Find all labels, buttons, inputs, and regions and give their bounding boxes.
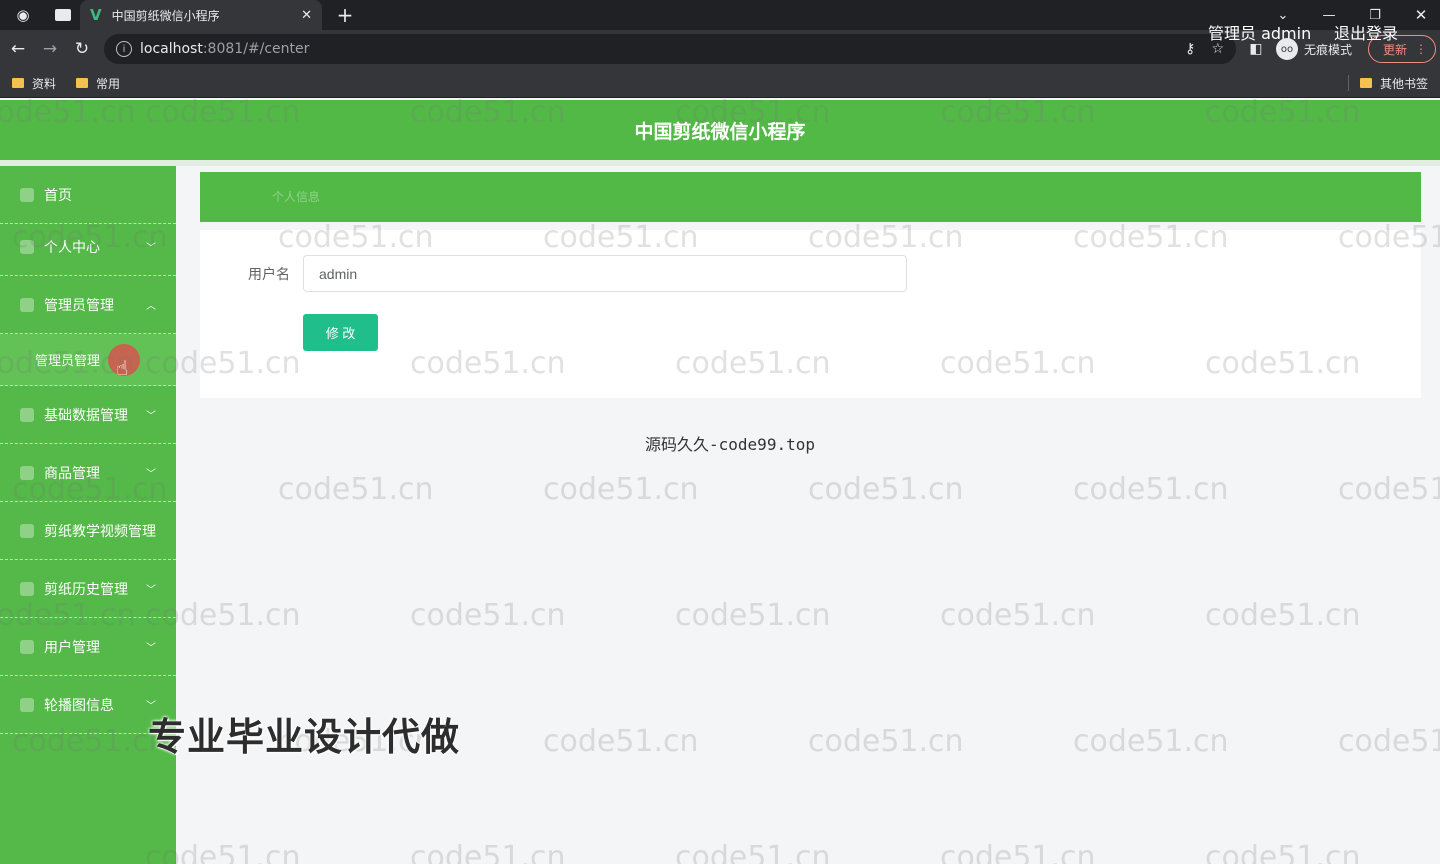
folder-icon [76,78,88,88]
watermark: code51.cn [940,840,1096,864]
watermark: code51.cn [1205,840,1361,864]
key-icon[interactable]: ⚷ [1185,41,1195,57]
forward-button[interactable]: → [34,30,66,68]
watermark: code51.cn [1073,724,1229,759]
home-icon [20,187,34,202]
watermark: code51.cn [543,472,699,507]
watermark: code51.cn [1073,472,1229,507]
bookmark-label: 常用 [96,76,121,91]
sidebar-item-label: 个人中心 [44,239,100,256]
sidebar-item-personal-center[interactable]: 个人中心 ﹀ [0,218,176,276]
url-path: :8081/#/center [202,41,310,57]
app-header: 中国剪纸微信小程序 [0,100,1440,160]
user-icon [20,239,34,254]
app-title: 中国剪纸微信小程序 [634,121,806,143]
data-icon [20,407,34,422]
video-icon [20,523,34,538]
chevron-down-icon: ﹀ [146,585,156,596]
reload-button[interactable]: ↻ [66,30,98,68]
watermark: code51.cn [278,472,434,507]
product-icon [20,465,34,480]
bookmarks-bar: 资料 常用 其他书签 [0,68,1440,98]
breadcrumb: 个人信息 [272,190,321,204]
watermark: code51.cn [543,724,699,759]
footer-note: 源码久久-code99.top [645,435,815,454]
bookmark-label: 资料 [32,76,57,91]
tab-title: 中国剪纸微信小程序 [111,8,220,23]
sidebar-item-label: 剪纸教学视频管理 [44,523,156,540]
sidebar-item-label: 商品管理 [44,465,100,482]
breadcrumb-bar: 个人信息 [200,172,1421,222]
other-bookmarks[interactable]: 其他书签 [1360,68,1428,98]
chevron-down-icon: ﹀ [146,469,156,480]
other-bookmarks-label: 其他书签 [1380,76,1429,91]
tab-search-icon[interactable] [48,0,78,30]
sidebar-item-label: 轮播图信息 [44,697,114,714]
back-button[interactable]: ← [2,30,34,68]
submenu-item-label: 管理员管理 [35,354,101,369]
watermark: code51.cn [808,472,964,507]
header-divider [0,160,1440,166]
sidebar-item-home[interactable]: 首页 [0,166,176,224]
url-host: localhost [140,41,203,57]
browser-tab[interactable]: V 中国剪纸微信小程序 ✕ [80,0,322,30]
new-tab-button[interactable]: + [333,0,357,30]
site-info-icon[interactable]: i [116,41,132,57]
sidebar-item-label: 剪纸历史管理 [44,581,128,598]
current-user: 管理员 admin [1208,24,1312,43]
sidebar-item-users[interactable]: 用户管理 ﹀ [0,618,176,676]
sidebar-item-label: 用户管理 [44,639,100,656]
chevron-down-icon: ﹀ [146,243,156,254]
submenu-item-admin-management[interactable]: 管理员管理 [0,334,176,386]
vue-logo-icon: V [90,6,102,24]
folder-icon [1360,78,1372,88]
chevron-up-icon: ︿ [146,301,156,312]
sidebar-item-teaching-videos[interactable]: 剪纸教学视频管理 [0,502,176,560]
image-icon [20,697,34,712]
watermark: code51.cn [808,724,964,759]
bookmarks-divider [1348,75,1349,91]
address-bar[interactable]: i localhost:8081/#/center ⚷ ☆ [104,34,1236,64]
watermark: code51.cn [675,598,831,633]
sidebar-item-admin-management[interactable]: 管理员管理 ︿ [0,276,176,334]
globe-icon[interactable]: ◉ [8,0,38,30]
watermark: code51.cn [410,598,566,633]
watermark: code51.cn [940,598,1096,633]
modify-button[interactable]: 修 改 [303,314,378,351]
watermark: code51.cn [410,840,566,864]
watermark: code51.cn [1205,598,1361,633]
hand-cursor-icon: ☝ [116,356,129,380]
more-menu-icon[interactable]: ⋮ [1415,42,1427,56]
logout-link[interactable]: 退出登录 [1334,20,1398,44]
sidebar-item-label: 首页 [44,187,72,204]
watermark: code51.cn [675,840,831,864]
folder-icon [12,78,24,88]
chevron-down-icon: ﹀ [146,411,156,422]
chevron-down-icon: ﹀ [146,643,156,654]
username-label: 用户名 [248,267,290,283]
close-window-button[interactable]: ✕ [1398,0,1440,30]
promo-overlay-text: 专业毕业设计代做 [148,715,461,759]
sidebar-item-label: 基础数据管理 [44,407,128,424]
username-input[interactable] [303,255,907,292]
bookmark-folder[interactable]: 常用 [76,68,120,98]
watermark: code51.cn [1338,724,1440,759]
history-icon [20,581,34,596]
sidebar-item-history[interactable]: 剪纸历史管理 ﹀ [0,560,176,618]
watermark: code51.cn [1338,472,1440,507]
sidebar-item-label: 管理员管理 [44,297,114,314]
bookmark-folder[interactable]: 资料 [12,68,56,98]
users-icon [20,639,34,654]
close-tab-icon[interactable]: ✕ [301,8,312,23]
admin-icon [20,297,34,312]
